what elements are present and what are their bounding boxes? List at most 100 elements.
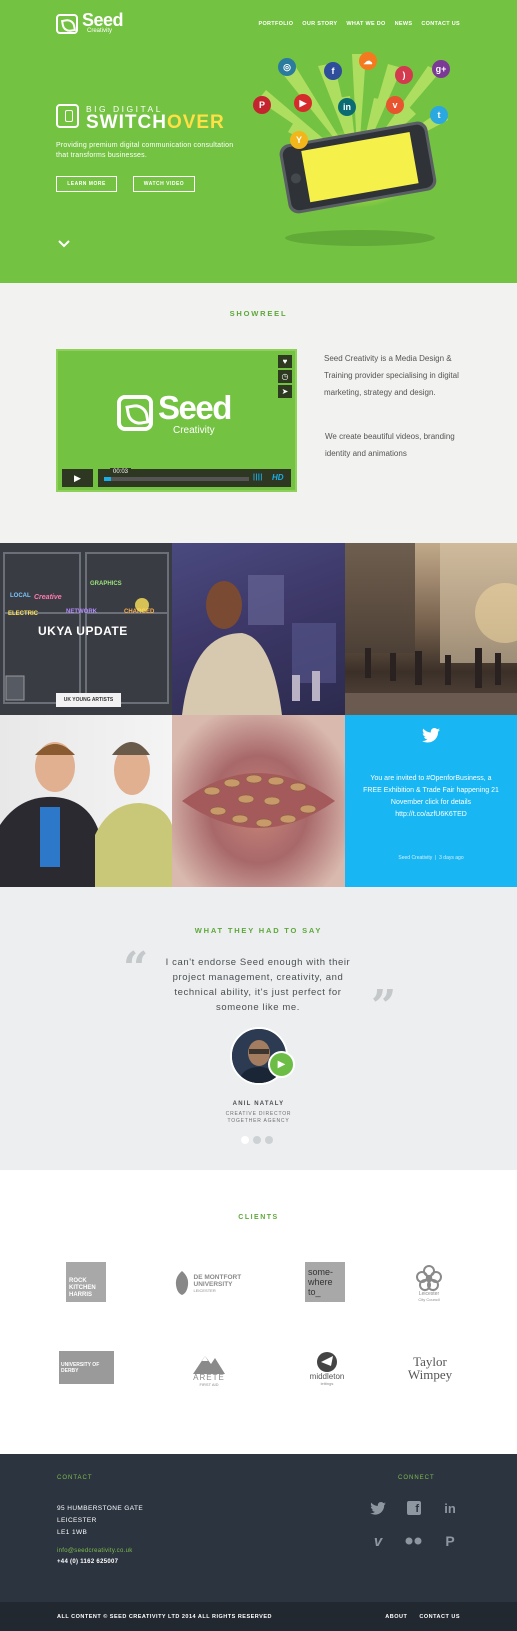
nav-our-story[interactable]: OUR STORY — [302, 21, 337, 27]
leicester-flower-icon — [416, 1264, 442, 1291]
arete-sub: FIRST AID — [199, 1381, 219, 1387]
showreel-description: Seed Creativity is a Media Design & Trai… — [324, 354, 459, 397]
nav-portfolio[interactable]: PORTFOLIO — [258, 21, 293, 27]
founders-photo-tile[interactable] — [0, 715, 172, 887]
facebook-icon[interactable]: f — [324, 62, 342, 80]
client-logo-arete[interactable]: ARETE FIRST AID — [186, 1347, 232, 1389]
yelp-icon[interactable]: Y — [290, 131, 308, 149]
seed-logo-icon — [117, 395, 153, 431]
nav-what-we-do[interactable]: WHAT WE DO — [346, 21, 385, 27]
phone-outline-icon — [56, 104, 79, 128]
client-logo-middleton[interactable]: middleton lettings — [303, 1346, 351, 1390]
share-send-icon[interactable]: ➤ — [278, 385, 292, 398]
testimonial-heading: WHAT THEY HAD TO SAY — [194, 926, 323, 935]
middleton-sub: lettings — [320, 1381, 334, 1386]
wimpey-word: Wimpey — [407, 1367, 453, 1382]
carousel-dot[interactable] — [265, 1136, 273, 1144]
client-logo-taylor-wimpey[interactable]: Taylor Wimpey — [400, 1353, 460, 1383]
seed-logo-icon[interactable] — [56, 14, 78, 34]
twitter-icon[interactable]: t — [430, 106, 448, 124]
close-quote-icon: ” — [371, 981, 397, 1032]
tweet-author[interactable]: Seed Creativity — [398, 855, 432, 861]
vine-icon[interactable]: v — [386, 96, 404, 114]
client-logo-rock-kitchen-harris[interactable]: ROCK KITCHEN HARRIS — [66, 1262, 106, 1302]
vimeo-icon[interactable]: v — [369, 1532, 387, 1550]
hero-title-over: OVER — [166, 112, 225, 133]
time-tooltip: 00:03 — [110, 468, 132, 476]
dmu-name: DE MONTFORT UNIVERSITY — [193, 1273, 242, 1288]
city-street-tile[interactable] — [345, 543, 517, 715]
client-logo-university-of-derby[interactable]: UNIVERSITY OF DERBY — [59, 1351, 114, 1384]
tweet-text[interactable]: You are invited to #OpenforBusiness, a F… — [361, 773, 501, 821]
bottom-bar: ALL CONTENT © SEED CREATIVITY LTD 2014 A… — [0, 1602, 517, 1631]
dmu-crest-icon — [175, 1271, 188, 1295]
seed-lips-tile[interactable] — [172, 715, 345, 887]
main-nav: PORTFOLIO OUR STORY WHAT WE DO NEWS CONT… — [258, 21, 460, 27]
carousel-dot[interactable] — [253, 1136, 261, 1144]
logo-wordmark[interactable]: Seed — [82, 11, 124, 29]
ukya-title: UKYA UPDATE — [38, 624, 128, 638]
video-logo-subtitle: Creativity — [173, 425, 215, 436]
flickr-icon[interactable] — [405, 1532, 423, 1550]
play-testimonial-icon[interactable]: ▶ — [268, 1051, 295, 1078]
clients-section: CLIENTS ROCK KITCHEN HARRIS DE MONTFORT … — [0, 1170, 517, 1454]
footer-link-contact-us[interactable]: CONTACT US — [419, 1614, 460, 1620]
copyright: ALL CONTENT © SEED CREATIVITY LTD 2014 A… — [57, 1614, 272, 1620]
watch-video-button[interactable]: WATCH VIDEO — [133, 176, 195, 192]
carousel-dots — [241, 1136, 273, 1144]
testimonial-section: WHAT THEY HAD TO SAY “ I can't endorse S… — [0, 887, 517, 1170]
address-line: 95 HUMBERSTONE GATE — [57, 1505, 144, 1512]
address-line: LE1 1WB — [57, 1529, 88, 1536]
hero-section: Seed Creativity PORTFOLIO OUR STORY WHAT… — [0, 0, 517, 283]
pinterest-icon[interactable]: P — [253, 96, 271, 114]
linkedin-icon[interactable]: in — [441, 1499, 459, 1517]
instagram-icon[interactable]: ◎ — [278, 58, 296, 76]
client-logo-somewhere-to[interactable]: some-where to_ — [305, 1262, 345, 1302]
lips-with-seeds-photo — [182, 773, 335, 828]
video-player[interactable]: Seed Creativity ♥ ◷ ➤ ▶ 00:03 |||| HD — [56, 349, 297, 492]
phone-number[interactable]: +44 (0) 1162 625007 — [57, 1559, 118, 1565]
showreel-heading: SHOWREEL — [229, 309, 288, 318]
footer: CONTACT CONNECT 95 HUMBERSTONE GATE LEIC… — [0, 1454, 517, 1602]
pinterest-icon[interactable]: P — [441, 1532, 459, 1550]
hero-title-switch: SWITCH — [86, 112, 167, 133]
learn-more-button[interactable]: LEARN MORE — [56, 176, 117, 192]
light-burst-graphic — [258, 54, 448, 246]
carousel-dot[interactable] — [241, 1136, 249, 1144]
hero-description: Providing premium digital communication … — [56, 142, 234, 159]
ukya-update-tile[interactable]: LOCAL Creative ELECTRIC NETWORK CHARGED … — [0, 543, 172, 715]
tweet-time: 3 days ago — [439, 855, 464, 861]
arete-name: ARETE — [193, 1372, 225, 1382]
middleton-name: middleton — [309, 1372, 345, 1381]
window-text-creative: Creative — [34, 594, 62, 601]
nav-contact-us[interactable]: CONTACT US — [421, 21, 460, 27]
footer-link-about[interactable]: ABOUT — [385, 1614, 407, 1620]
address-line: LEICESTER — [57, 1517, 97, 1524]
volume-bars-icon[interactable]: |||| — [253, 474, 263, 481]
video-controls: ▶ 00:03 |||| HD — [62, 468, 291, 487]
latest-tweet-tile[interactable]: You are invited to #OpenforBusiness, a F… — [345, 715, 517, 887]
rss-icon[interactable]: ) — [395, 66, 413, 84]
artwork-tile[interactable] — [172, 543, 345, 715]
soundcloud-icon[interactable]: ☁ — [359, 52, 377, 70]
youtube-icon[interactable]: ▶ — [294, 94, 312, 112]
phone-social-illustration: ◎ f ☁ ) g+ P ▶ in v t Y — [248, 48, 468, 258]
twitter-icon[interactable] — [369, 1499, 387, 1517]
chevron-down-icon[interactable] — [58, 238, 70, 250]
showreel-section: SHOWREEL Seed Creativity ♥ ◷ ➤ ▶ 00:03 |… — [0, 283, 517, 543]
hd-toggle[interactable]: HD — [272, 473, 284, 482]
linkedin-icon[interactable]: in — [338, 98, 356, 116]
progress-bar[interactable]: 00:03 — [104, 468, 249, 481]
open-quote-icon: “ — [123, 943, 149, 994]
email-link[interactable]: info@seedcreativity.co.uk — [57, 1548, 133, 1554]
client-logo-de-montfort[interactable]: DE MONTFORT UNIVERSITY LEICESTER — [170, 1268, 256, 1298]
google-plus-icon[interactable]: g+ — [432, 60, 450, 78]
nav-news[interactable]: NEWS — [395, 21, 413, 27]
testimonial-agency: TOGETHER AGENCY — [227, 1118, 290, 1124]
client-logo-leicester-city-council[interactable]: Leicester City Council — [408, 1261, 450, 1305]
facebook-icon[interactable]: f — [405, 1499, 423, 1517]
watch-later-clock-icon[interactable]: ◷ — [278, 370, 292, 383]
play-icon[interactable]: ▶ — [62, 469, 93, 487]
like-heart-icon[interactable]: ♥ — [278, 355, 292, 368]
footer-links: ABOUT CONTACT US — [385, 1614, 460, 1620]
